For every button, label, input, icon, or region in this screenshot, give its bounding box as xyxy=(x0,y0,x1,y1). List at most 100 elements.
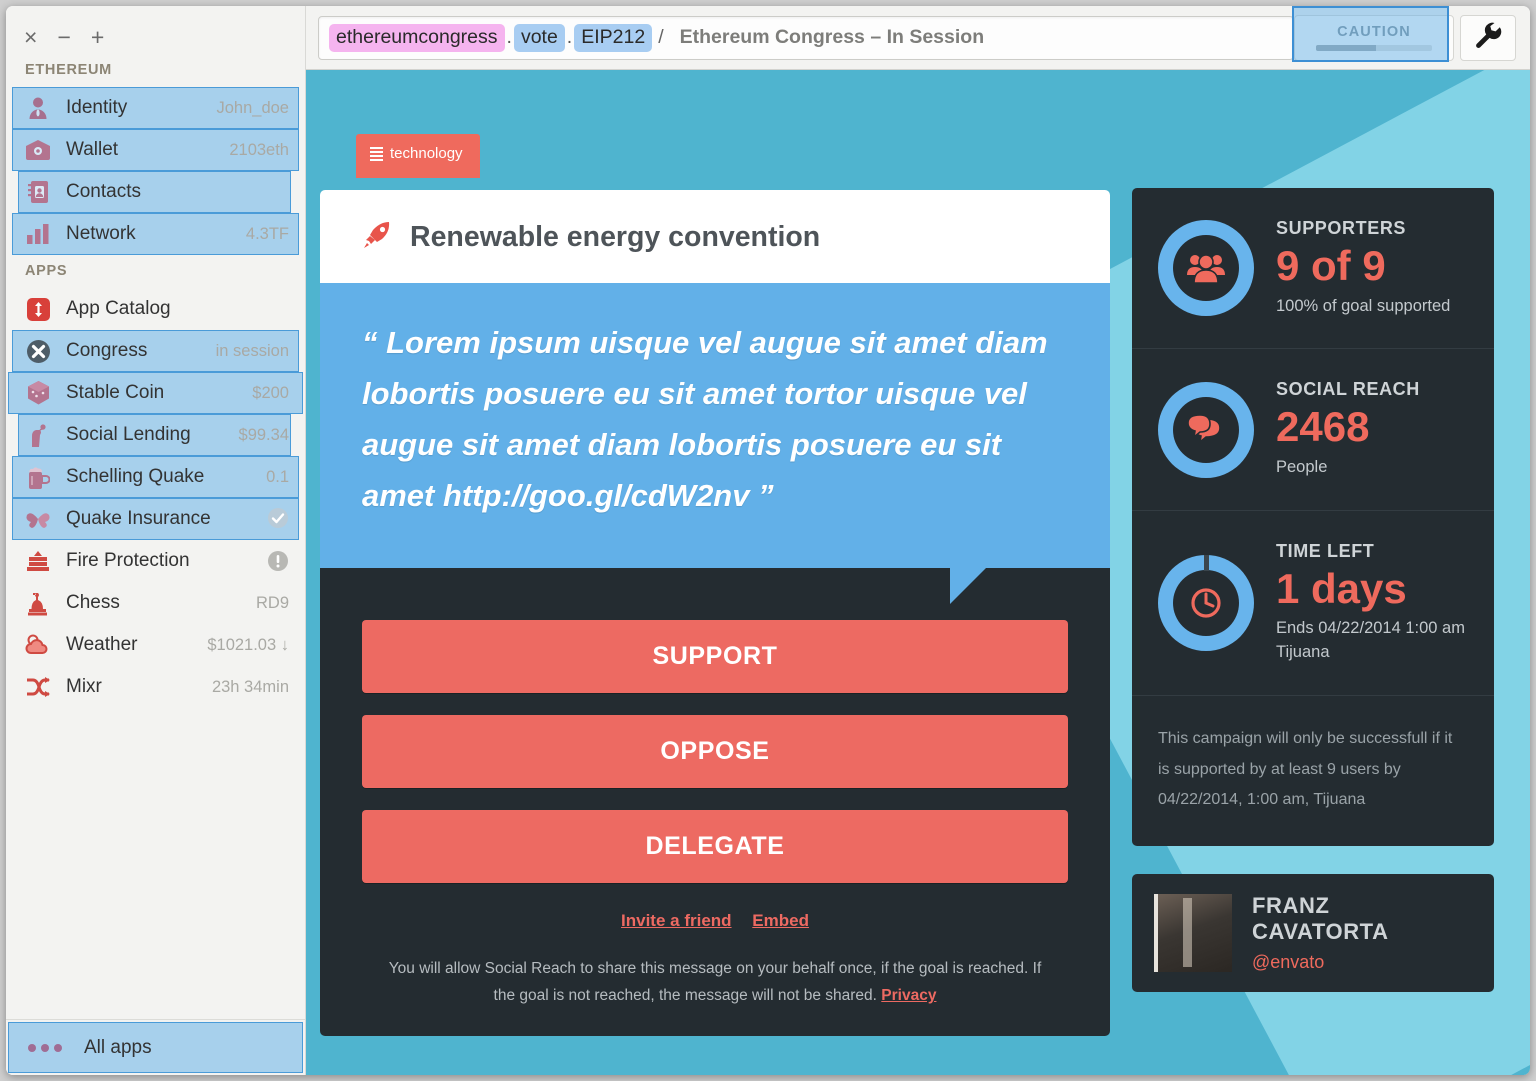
sidebar-item-identity[interactable]: Identity John_doe xyxy=(6,87,305,129)
campaign-note: This campaign will only be successfull i… xyxy=(1158,730,1453,809)
sidebar-item-weather[interactable]: Weather $1021.03 ↓ xyxy=(6,624,305,666)
wallet-icon xyxy=(22,137,54,163)
stat-label: SUPPORTERS xyxy=(1276,218,1407,238)
minimize-icon[interactable]: − xyxy=(57,25,70,49)
progress-ring xyxy=(1158,220,1254,317)
app-window: × − + ETHEREUM Identity John_doe Wallet … xyxy=(6,6,1530,1075)
breadcrumb-subdomain[interactable]: vote xyxy=(513,23,565,52)
dice-cube-icon xyxy=(22,380,54,406)
clock-icon xyxy=(1173,570,1239,637)
stats-panel: SUPPORTERS 9 of 9 100% of goal supported… xyxy=(1132,188,1494,846)
chess-rook-icon xyxy=(22,590,54,616)
breadcrumb-path[interactable]: EIP212 xyxy=(574,23,653,52)
all-apps-label: All apps xyxy=(84,1036,152,1058)
oppose-button[interactable]: OPPOSE xyxy=(362,714,1068,788)
sidebar-item-app-catalog[interactable]: App Catalog xyxy=(6,288,305,330)
stat-text: SUPPORTERS 9 of 9 100% of goal supported xyxy=(1276,218,1472,318)
quote-text: “ Lorem ipsum uisque vel augue sit amet … xyxy=(362,325,1048,514)
content-area: technology Renewable energy convention “… xyxy=(306,70,1530,1075)
ellipsis-icon xyxy=(28,1043,62,1052)
speech-bubble-tail xyxy=(950,567,986,604)
settings-button[interactable] xyxy=(1460,14,1516,61)
disclaimer: You will allow Social Reach to share thi… xyxy=(362,955,1068,1011)
stat-text: SOCIAL REACH 2468 People xyxy=(1276,379,1472,479)
page-title: Ethereum Congress – In Session xyxy=(679,26,985,48)
sidebar-item-meta: $99.34 xyxy=(238,425,289,444)
sidebar-item-label: Mixr xyxy=(66,676,102,697)
sidebar-item-wallet[interactable]: Wallet 2103eth xyxy=(6,129,305,171)
close-icon[interactable]: × xyxy=(24,25,37,49)
stat-label: SOCIAL REACH xyxy=(1276,379,1420,400)
sidebar-item-meta: 0.1 xyxy=(266,467,289,486)
embed-link[interactable]: Embed xyxy=(752,911,809,930)
all-apps-button[interactable]: All apps xyxy=(6,1019,305,1075)
sidebar-item-stable-coin[interactable]: Stable Coin $200 xyxy=(6,372,305,414)
card-body: SUPPORT OPPOSE DELEGATE Invite a friend … xyxy=(320,567,1110,1037)
caution-panel[interactable]: CAUTION xyxy=(1294,14,1454,61)
support-button[interactable]: SUPPORT xyxy=(362,619,1068,693)
sidebar-item-label: Congress xyxy=(66,340,148,361)
speech-bubbles-icon xyxy=(1173,396,1239,463)
proposal-card: technology Renewable energy convention “… xyxy=(320,134,1110,1037)
piggy-icon xyxy=(22,422,54,448)
stat-text: TIME LEFT 1 days Ends 04/22/2014 1:00 am… xyxy=(1276,541,1472,665)
stats-rail: SUPPORTERS 9 of 9 100% of goal supported… xyxy=(1132,188,1494,992)
delegate-button[interactable]: DELEGATE xyxy=(362,809,1068,883)
congress-x-icon xyxy=(22,338,54,364)
sidebar-item-mixr[interactable]: Mixr 23h 34min xyxy=(6,666,305,708)
sidebar-item-label: Social Lending xyxy=(66,424,191,445)
sidebar-item-label: Weather xyxy=(66,634,138,655)
progress-ring xyxy=(1158,555,1254,652)
person-icon xyxy=(22,95,54,121)
invite-friend-link[interactable]: Invite a friend xyxy=(621,911,732,930)
stat-label: TIME LEFT xyxy=(1276,540,1375,561)
sidebar-item-network[interactable]: Network 4.3TF xyxy=(6,213,305,255)
sidebar: × − + ETHEREUM Identity John_doe Wallet … xyxy=(6,6,306,1075)
list-icon xyxy=(370,146,383,161)
breadcrumb-dot: . xyxy=(566,26,573,48)
sidebar-item-label: Network xyxy=(66,223,136,244)
rocket-icon xyxy=(362,220,392,255)
author-name: FRANZ CAVATORTA xyxy=(1252,892,1389,944)
author-card[interactable]: FRANZ CAVATORTA @envato xyxy=(1132,873,1494,992)
author-handle: @envato xyxy=(1252,951,1325,972)
sidebar-item-fire-protection[interactable]: Fire Protection xyxy=(6,540,305,582)
stat-supporters: SUPPORTERS 9 of 9 100% of goal supported xyxy=(1132,188,1494,350)
sidebar-item-chess[interactable]: Chess RD9 xyxy=(6,582,305,624)
section-header-ethereum: ETHEREUM xyxy=(25,62,112,78)
author-info: FRANZ CAVATORTA @envato xyxy=(1252,893,1472,973)
sidebar-item-social-lending[interactable]: Social Lending $99.34 xyxy=(6,414,305,456)
beer-mug-icon xyxy=(22,464,54,490)
privacy-link[interactable]: Privacy xyxy=(881,987,936,1004)
stat-value: 2468 xyxy=(1276,403,1370,451)
new-tab-icon[interactable]: + xyxy=(91,25,104,49)
sidebar-item-contacts[interactable]: Contacts xyxy=(6,171,305,213)
address-bar[interactable]: ethereumcongress . vote . EIP212 / Ether… xyxy=(318,15,1294,60)
sidebar-item-congress[interactable]: Congress in session xyxy=(6,330,305,372)
window-controls: × − + xyxy=(6,6,305,54)
sidebar-item-label: Identity xyxy=(66,97,128,118)
sidebar-item-quake-insurance[interactable]: Quake Insurance xyxy=(6,498,305,540)
category-tag[interactable]: technology xyxy=(356,134,480,178)
sidebar-item-label: Fire Protection xyxy=(66,550,190,571)
sidebar-item-schelling-quake[interactable]: Schelling Quake 0.1 xyxy=(6,456,305,498)
caution-label: CAUTION xyxy=(1337,24,1411,40)
fire-hydrant-icon xyxy=(22,548,54,574)
avatar xyxy=(1154,893,1232,972)
sidebar-item-meta: RD9 xyxy=(255,593,289,612)
sidebar-item-label: Contacts xyxy=(66,181,141,202)
contacts-book-icon xyxy=(22,179,54,205)
breadcrumb-dot: . xyxy=(506,26,512,48)
shuffle-icon xyxy=(22,674,54,700)
wrench-icon xyxy=(1473,20,1503,55)
caution-widget[interactable]: CAUTION xyxy=(1292,6,1454,62)
people-group-icon xyxy=(1173,235,1239,302)
breadcrumb-domain[interactable]: ethereumcongress xyxy=(329,23,505,52)
stat-value: 9 of 9 xyxy=(1276,242,1386,289)
quote-block: “ Lorem ipsum uisque vel augue sit amet … xyxy=(320,283,1110,604)
sidebar-item-label: Wallet xyxy=(66,139,119,160)
sidebar-item-meta: in session xyxy=(215,341,289,360)
app-catalog-icon xyxy=(22,296,54,322)
sidebar-item-label: Stable Coin xyxy=(66,382,165,403)
progress-ring xyxy=(1158,381,1254,478)
